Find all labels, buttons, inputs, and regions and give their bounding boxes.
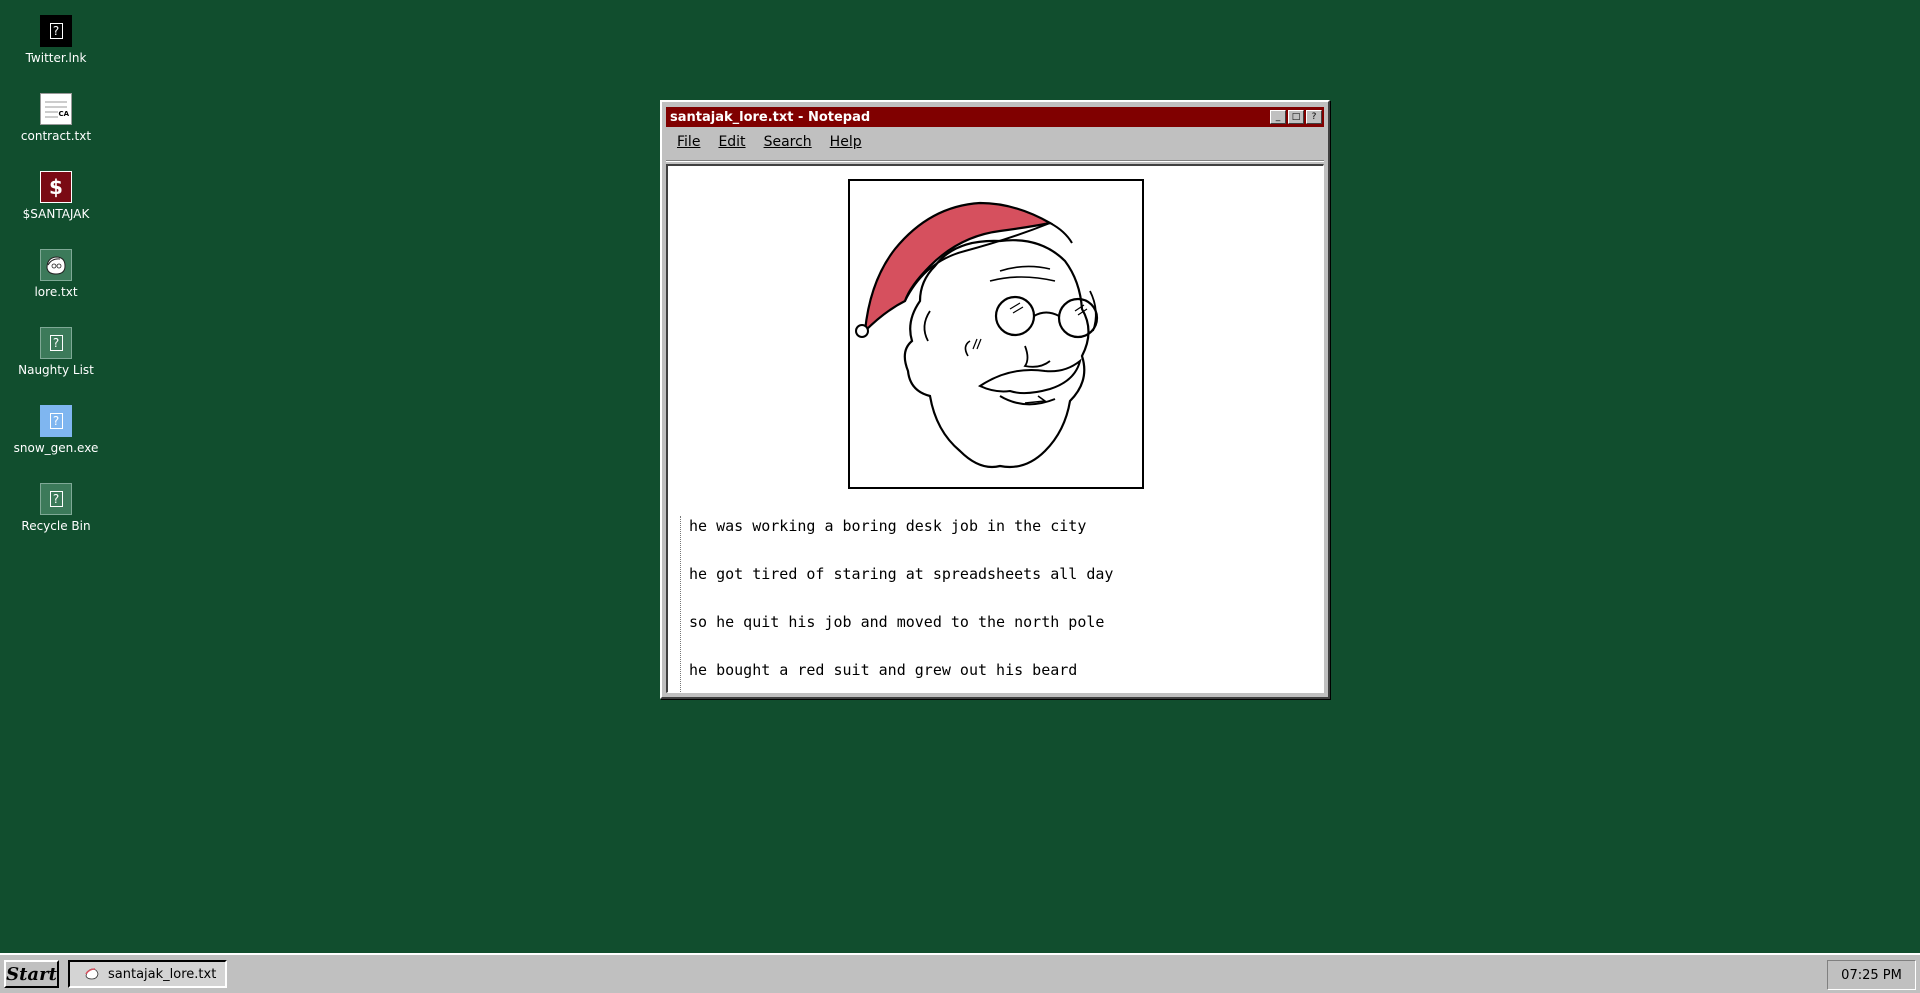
santa-sketch-icon [85,968,99,980]
menu-bar: File Edit Search Help [666,130,1324,154]
menu-separator [666,160,1324,162]
lore-text: he was working a boring desk job in the … [680,516,1313,692]
unknown-file-icon: ? [40,483,72,515]
lore-line: he was working a boring desk job in the … [689,517,1087,535]
desktop-icon-lore[interactable]: lore.txt [8,249,104,299]
unknown-file-icon: ? [40,15,72,47]
lore-line: he bought a red suit and grew out his be… [689,661,1078,679]
desktop-icon-contract[interactable]: CA contract.txt [8,93,104,143]
lore-line: he got tired of staring at spreadsheets … [689,565,1114,583]
desktop-icon-label: Naughty List [18,363,94,377]
desktop-icon-santajak[interactable]: $ $SANTAJAK [8,171,104,221]
taskbar: Start santajak_lore.txt 07:25 PM [0,953,1920,993]
unknown-file-icon: ? [40,405,72,437]
desktop-icon-naughty-list[interactable]: ? Naughty List [8,327,104,377]
menu-help[interactable]: Help [820,134,870,150]
menu-search[interactable]: Search [754,134,820,150]
desktop-icon-label: Twitter.lnk [25,51,87,65]
desktop-icon-label: lore.txt [34,285,78,299]
lore-line: so he quit his job and moved to the nort… [689,613,1105,631]
title-bar[interactable]: santajak_lore.txt - Notepad _ □ ? [666,107,1324,127]
window-title: santajak_lore.txt - Notepad [670,109,871,125]
document-glyph: CA [58,110,69,118]
start-button[interactable]: Start [4,960,59,988]
text-area[interactable]: he was working a boring desk job in the … [666,164,1324,693]
santa-sketch-icon [40,249,72,281]
desktop-icon-label: $SANTAJAK [22,207,90,221]
unknown-file-icon: ? [40,327,72,359]
desktop-icon-snow-gen[interactable]: ? snow_gen.exe [8,405,104,455]
desktop-icon-recycle-bin[interactable]: ? Recycle Bin [8,483,104,533]
desktop-icon-label: Recycle Bin [21,519,91,533]
maximize-button[interactable]: □ [1288,110,1304,124]
notepad-window[interactable]: santajak_lore.txt - Notepad _ □ ? File E… [660,100,1330,699]
taskbar-item-label: santajak_lore.txt [108,966,217,982]
desktop-icon-twitter[interactable]: ? Twitter.lnk [8,15,104,65]
clock: 07:25 PM [1827,960,1916,990]
dollar-icon: $ [40,171,72,203]
menu-edit[interactable]: Edit [708,134,753,150]
santa-face-drawing [855,201,1099,469]
menu-file[interactable]: File [666,134,708,150]
close-button[interactable]: ? [1306,110,1322,124]
minimize-button[interactable]: _ [1270,110,1286,124]
desktop-icon-label: contract.txt [20,129,92,143]
desktop-icon-label: snow_gen.exe [13,441,99,455]
document-icon: CA [40,93,72,125]
taskbar-item-notepad[interactable]: santajak_lore.txt [68,960,227,988]
santa-sketch-image [848,179,1144,489]
